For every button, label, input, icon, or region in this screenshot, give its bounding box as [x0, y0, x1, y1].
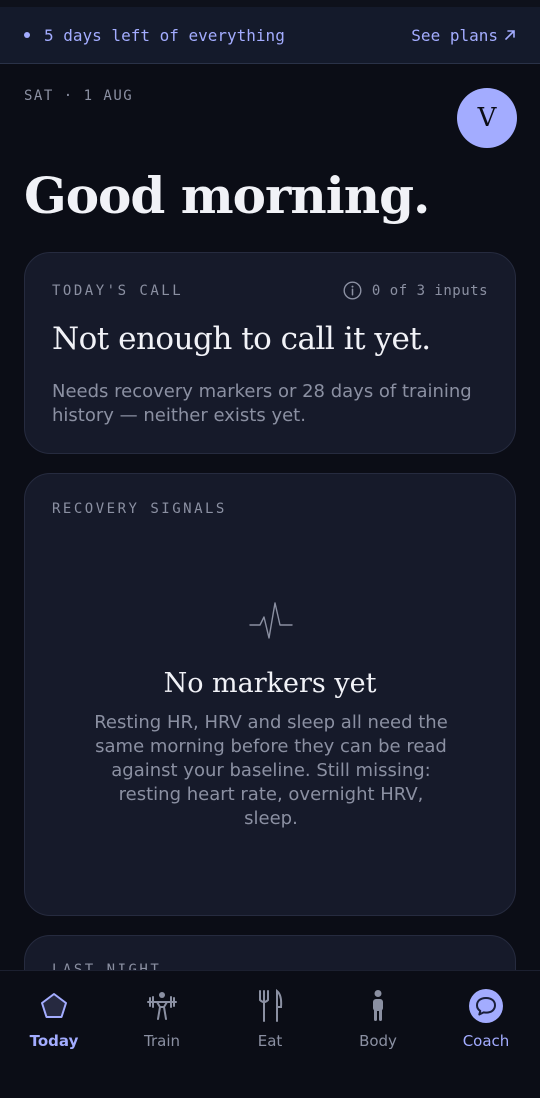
tab-today-label: Today: [29, 1032, 79, 1050]
fork-knife-icon: [259, 989, 283, 1022]
chat-bubble-icon: [469, 989, 503, 1023]
trial-message-text: 5 days left of everything: [44, 25, 285, 45]
inputs-status[interactable]: 0 of 3 inputs: [343, 281, 488, 300]
current-date: SAT · 1 AUG: [24, 88, 134, 104]
arrow-up-right-icon: [505, 30, 515, 40]
status-dot-icon: [24, 32, 30, 38]
todays-call-eyebrow: TODAY'S CALL: [52, 282, 184, 299]
see-plans-link[interactable]: See plans: [411, 26, 516, 45]
tab-body[interactable]: Body: [324, 971, 432, 1061]
todays-call-body: Needs recovery markers or 28 days of tra…: [52, 381, 472, 426]
tab-train[interactable]: Train: [108, 971, 216, 1061]
weightlifter-icon: [147, 992, 177, 1020]
avatar-initial: V: [477, 103, 497, 133]
inputs-status-text: 0 of 3 inputs: [371, 282, 488, 299]
avatar[interactable]: V: [457, 88, 517, 148]
recovery-signals-card: RECOVERY SIGNALS No markers yet Resting …: [24, 473, 516, 916]
tab-coach[interactable]: Coach: [432, 971, 540, 1061]
status-strip: [0, 0, 540, 7]
no-markers-body: Resting HR, HRV and sleep all need the s…: [94, 712, 448, 829]
bottom-tab-bar: Today Train Eat Body Coach: [0, 970, 540, 1098]
trial-message: 5 days left of everything: [24, 26, 285, 45]
trial-banner: 5 days left of everything See plans: [0, 7, 540, 64]
info-icon: [343, 281, 362, 300]
pulse-icon: [249, 602, 293, 639]
tab-coach-label: Coach: [462, 1032, 510, 1050]
tab-today[interactable]: Today: [0, 971, 108, 1061]
pentagon-icon: [41, 993, 67, 1018]
tab-body-label: Body: [359, 1032, 397, 1050]
tab-eat-label: Eat: [257, 1032, 283, 1050]
todays-call-card: TODAY'S CALL 0 of 3 inputs Not enough to…: [24, 252, 516, 454]
todays-call-title: Not enough to call it yet.: [52, 321, 431, 357]
tab-train-label: Train: [144, 1032, 180, 1050]
see-plans-label: See plans: [411, 25, 498, 45]
person-icon: [373, 990, 383, 1021]
recovery-signals-eyebrow: RECOVERY SIGNALS: [52, 501, 227, 517]
no-markers-title: No markers yet: [163, 668, 377, 699]
tab-eat[interactable]: Eat: [216, 971, 324, 1061]
greeting-title: Good morning.: [24, 166, 430, 225]
